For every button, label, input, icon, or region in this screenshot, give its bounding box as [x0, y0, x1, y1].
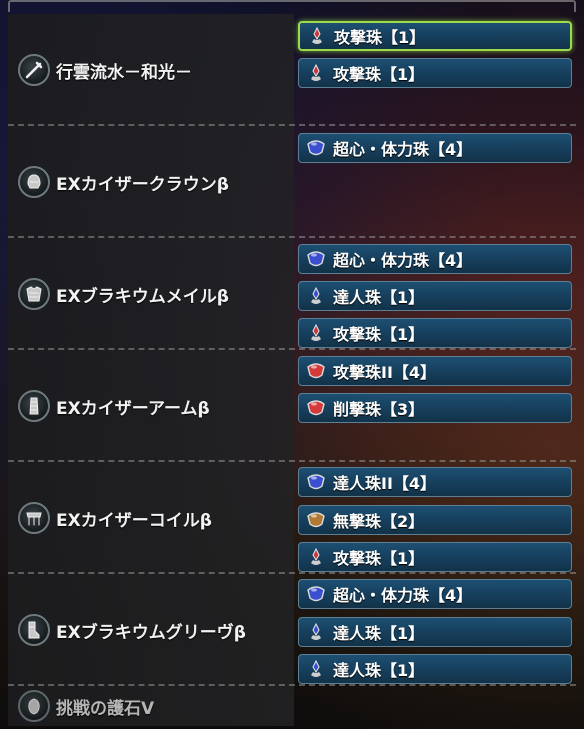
equipment-name: EXカイザーコイルβ	[56, 510, 212, 531]
decoration-label: 達人珠【1】	[333, 661, 425, 680]
equipment-name: 挑戦の護石V	[56, 698, 155, 719]
arm-armor-icon	[18, 390, 50, 422]
decoration-label: 達人珠【1】	[333, 288, 425, 307]
decoration-slot[interactable]: 攻撃珠【1】	[298, 58, 572, 88]
equipment-item[interactable]: 挑戦の護石V	[18, 690, 154, 722]
decoration-slot[interactable]: 達人珠【1】	[298, 617, 572, 647]
decoration-label: 攻撃珠【1】	[333, 549, 425, 568]
decoration-slot[interactable]: 攻撃珠【1】	[298, 318, 572, 348]
decoration-label: 削撃珠【3】	[333, 400, 425, 419]
waist-armor-icon	[18, 502, 50, 534]
decoration-lv4-blue-icon	[305, 472, 327, 492]
decoration-slot[interactable]: 攻撃珠【1】	[298, 542, 572, 572]
decoration-lv4-blue-icon	[305, 584, 327, 604]
decoration-lv1-blue-icon	[305, 622, 327, 642]
decoration-lv1-red-icon	[306, 26, 328, 46]
decoration-slot[interactable]: 超心・体力珠【4】	[298, 133, 572, 163]
decoration-slot[interactable]: 削撃珠【3】	[298, 393, 572, 423]
decoration-lv1-blue-icon	[305, 286, 327, 306]
decoration-lv3-red-icon	[305, 398, 327, 418]
decoration-label: 攻撃珠【1】	[333, 325, 425, 344]
weapon-icon	[18, 54, 50, 86]
leg-armor-icon	[18, 614, 50, 646]
decoration-slot-selected[interactable]: 攻撃珠【1】	[298, 21, 572, 51]
decoration-label: 攻撃珠【1】	[334, 28, 426, 47]
decoration-lv2-bronze-icon	[305, 510, 327, 530]
equipment-item[interactable]: EXカイザーコイルβ	[18, 502, 212, 534]
decoration-lv4-blue-icon	[305, 138, 327, 158]
panel-top-frame	[8, 0, 576, 12]
decoration-label: 超心・体力珠【4】	[333, 251, 473, 270]
helm-icon	[18, 166, 50, 198]
decoration-equipment-panel: 行雲流水－和光－ EXカイザークラウンβ EXブラキウムメイルβ EXカイザーアームβ…	[0, 0, 584, 729]
decoration-label: 攻撃珠【1】	[333, 65, 425, 84]
equipment-name: 行雲流水－和光－	[56, 62, 192, 83]
decoration-label: 超心・体力珠【4】	[333, 140, 473, 159]
decoration-slot[interactable]: 無撃珠【2】	[298, 505, 572, 535]
decoration-slot[interactable]: 超心・体力珠【4】	[298, 579, 572, 609]
equipment-item[interactable]: EXブラキウムメイルβ	[18, 278, 229, 310]
decoration-slot[interactable]: 達人珠II【4】	[298, 467, 572, 497]
equipment-name: EXブラキウムメイルβ	[56, 286, 229, 307]
decoration-lv1-red-icon	[305, 547, 327, 567]
equipment-name: EXカイザーアームβ	[56, 398, 210, 419]
decoration-slot[interactable]: 攻撃珠II【4】	[298, 356, 572, 386]
charm-icon	[18, 690, 50, 722]
equipment-item[interactable]: 行雲流水－和光－	[18, 54, 192, 86]
equipment-name: EXカイザークラウンβ	[56, 174, 229, 195]
decoration-label: 攻撃珠II【4】	[333, 363, 437, 382]
decoration-lv4-red-icon	[305, 361, 327, 381]
equipment-name: EXブラキウムグリーヴβ	[56, 622, 246, 643]
decoration-slot[interactable]: 達人珠【1】	[298, 654, 572, 684]
decoration-label: 無撃珠【2】	[333, 512, 425, 531]
equipment-item[interactable]: EXブラキウムグリーヴβ	[18, 614, 246, 646]
decoration-lv4-blue-icon	[305, 249, 327, 269]
decoration-lv1-red-icon	[305, 63, 327, 83]
decoration-lv1-blue-icon	[305, 659, 327, 679]
decoration-label: 達人珠II【4】	[333, 474, 437, 493]
decoration-slot[interactable]: 達人珠【1】	[298, 281, 572, 311]
chest-armor-icon	[18, 278, 50, 310]
equipment-item[interactable]: EXカイザークラウンβ	[18, 166, 229, 198]
decoration-label: 達人珠【1】	[333, 624, 425, 643]
decoration-lv1-red-icon	[305, 323, 327, 343]
equipment-row: 挑戦の護石V	[0, 686, 584, 726]
equipment-item[interactable]: EXカイザーアームβ	[18, 390, 210, 422]
decoration-label: 超心・体力珠【4】	[333, 586, 473, 605]
decoration-slot[interactable]: 超心・体力珠【4】	[298, 244, 572, 274]
